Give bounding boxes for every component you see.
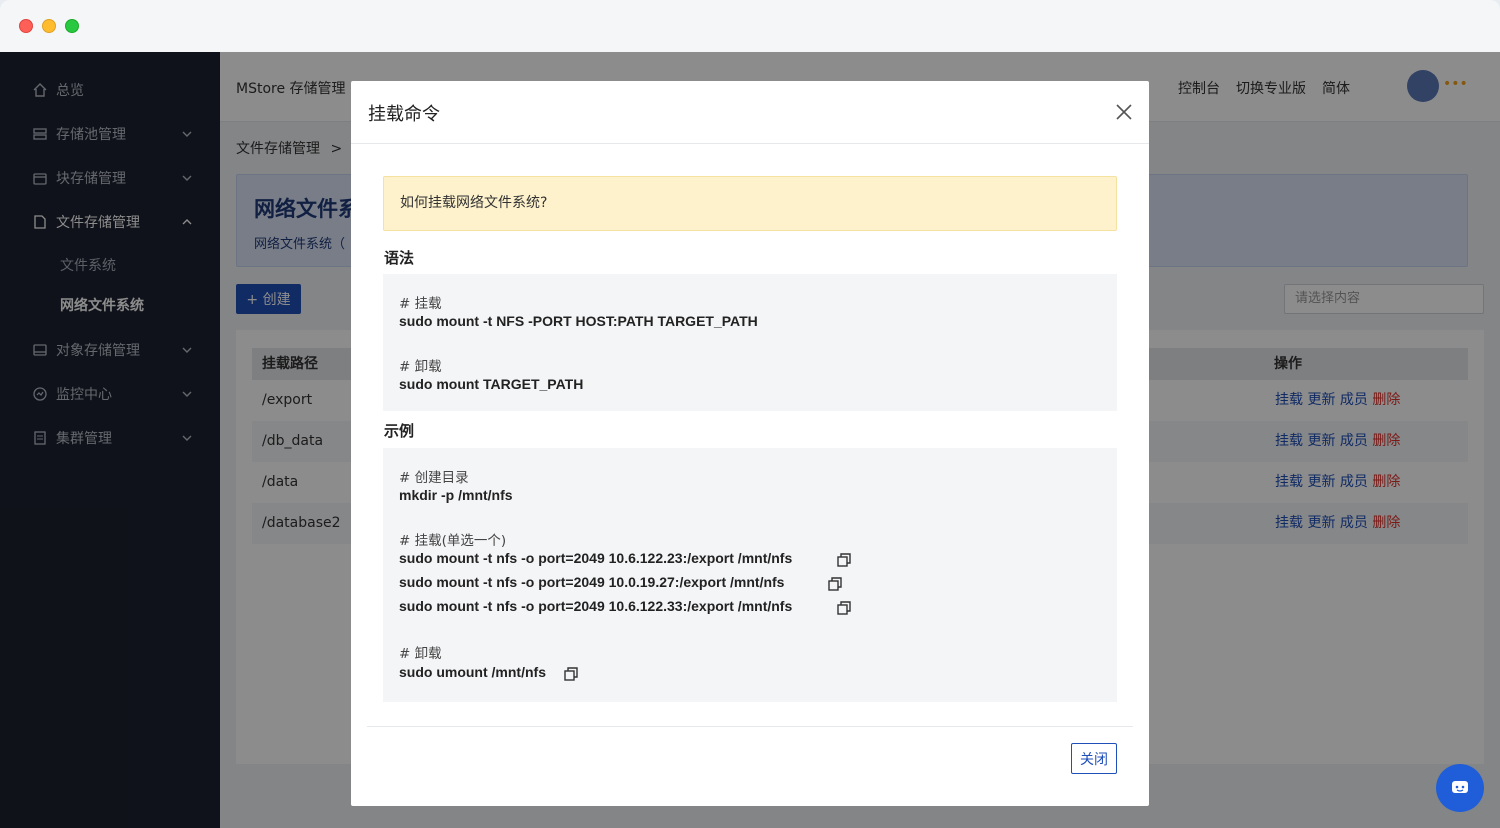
copy-icon[interactable] <box>836 600 852 616</box>
code-command: sudo mount -t NFS -PORT HOST:PATH TARGET… <box>399 313 758 329</box>
code-command: sudo mount -t nfs -o port=2049 10.6.122.… <box>399 550 793 566</box>
code-command: sudo mount -t nfs -o port=2049 10.6.122.… <box>399 598 793 614</box>
window-titlebar <box>0 0 1500 52</box>
code-comment: # 卸载 <box>399 646 442 662</box>
window-maximize-button[interactable] <box>65 19 79 33</box>
code-command: sudo mount TARGET_PATH <box>399 376 584 392</box>
example-title: 示例 <box>384 422 415 440</box>
code-command: mkdir -p /mnt/nfs <box>399 487 513 503</box>
code-comment: # 创建目录 <box>399 470 469 486</box>
copy-icon[interactable] <box>827 576 843 592</box>
mount-command-modal: 挂载命令 如何挂载网络文件系统? 语法 # 挂载 sudo mount -t N… <box>351 81 1149 806</box>
code-comment: # 卸载 <box>399 359 442 375</box>
code-comment: # 挂载(单选一个) <box>399 533 507 549</box>
close-icon[interactable] <box>1115 103 1133 121</box>
window-close-button[interactable] <box>19 19 33 33</box>
chat-support-button[interactable] <box>1436 764 1484 812</box>
modal-title: 挂载命令 <box>368 104 440 125</box>
code-command: sudo mount -t nfs -o port=2049 10.0.19.2… <box>399 574 785 590</box>
close-button[interactable]: 关闭 <box>1071 743 1117 774</box>
syntax-code-block: # 挂载 sudo mount -t NFS -PORT HOST:PATH T… <box>383 274 1117 411</box>
copy-icon[interactable] <box>563 666 579 682</box>
code-comment: # 挂载 <box>399 296 442 312</box>
syntax-title: 语法 <box>384 249 415 267</box>
modal-divider <box>351 143 1149 144</box>
copy-icon[interactable] <box>836 552 852 568</box>
example-code-block: # 创建目录 mkdir -p /mnt/nfs # 挂载(单选一个) sudo… <box>383 448 1117 702</box>
modal-footer-divider <box>367 726 1133 727</box>
tip-alert: 如何挂载网络文件系统? <box>383 176 1117 231</box>
chat-icon <box>1452 781 1468 793</box>
window-minimize-button[interactable] <box>42 19 56 33</box>
code-command: sudo umount /mnt/nfs <box>399 664 546 680</box>
